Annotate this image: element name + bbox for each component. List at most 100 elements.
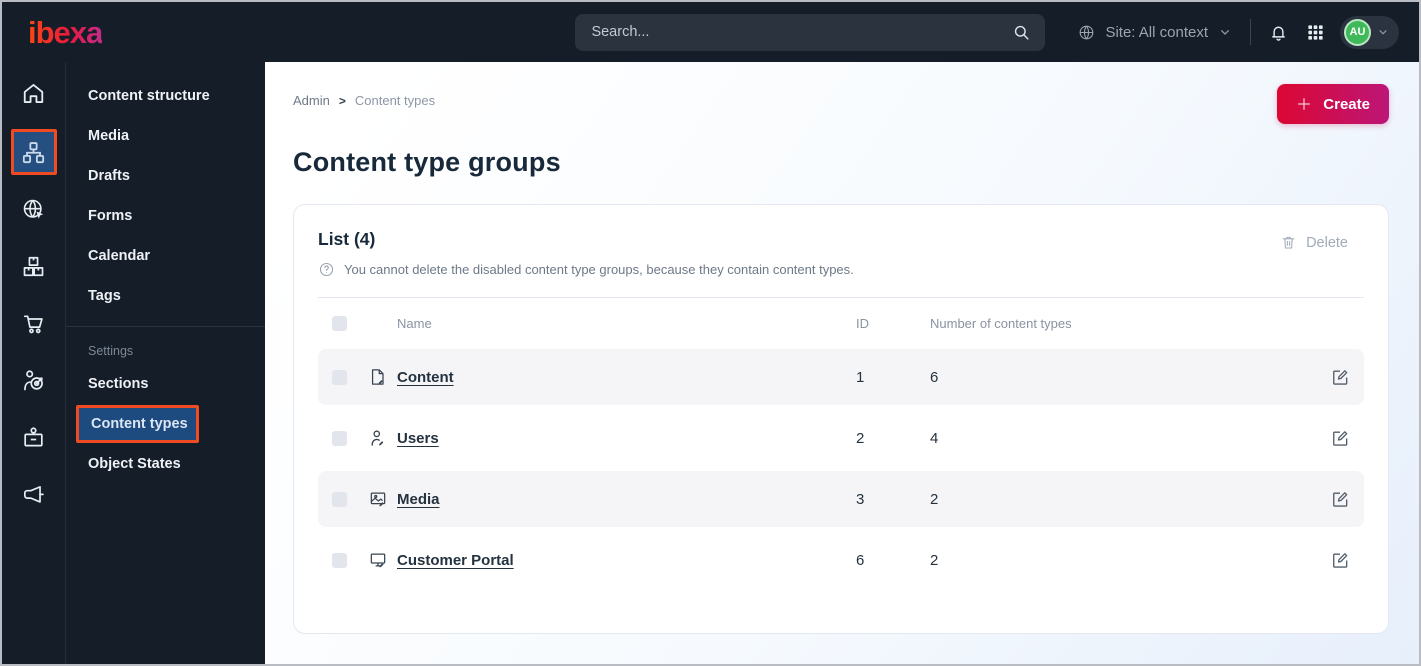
search-input[interactable] xyxy=(591,24,1013,40)
group-count: 2 xyxy=(930,490,939,508)
marketing-icon xyxy=(20,481,47,508)
chevron-down-icon xyxy=(1376,25,1390,39)
admin-icon xyxy=(20,424,47,451)
app-switcher-button[interactable] xyxy=(1306,23,1325,42)
edit-group-button[interactable] xyxy=(1314,489,1350,509)
group-count: 6 xyxy=(930,368,939,386)
edit-icon xyxy=(1330,367,1350,387)
sidebar-item-media[interactable]: Media xyxy=(66,116,265,156)
edit-group-button[interactable] xyxy=(1314,428,1350,448)
sidebar-section-label: Settings xyxy=(88,344,134,358)
breadcrumb: Admin > Content types xyxy=(293,84,435,108)
breadcrumb-admin[interactable]: Admin xyxy=(293,93,330,108)
content-type-groups-table: Name ID Number of content types Content … xyxy=(318,297,1364,588)
rail-item-dashboard[interactable] xyxy=(13,72,55,114)
row-checkbox[interactable] xyxy=(332,430,347,446)
header-name: Name xyxy=(397,316,432,331)
rail-item-product-catalog[interactable] xyxy=(13,245,55,287)
rail-item-commerce[interactable] xyxy=(13,302,55,344)
topbar-divider xyxy=(1250,19,1251,45)
list-note-text: You cannot delete the disabled content t… xyxy=(344,262,854,277)
sidebar-item-forms[interactable]: Forms xyxy=(66,196,265,236)
create-button-label: Create xyxy=(1323,95,1370,113)
group-link-customer-portal[interactable]: Customer Portal xyxy=(397,552,856,569)
content-structure-icon xyxy=(20,139,47,166)
main-header: Admin > Content types Create xyxy=(293,84,1389,124)
home-icon xyxy=(20,80,47,107)
edit-group-button[interactable] xyxy=(1314,367,1350,387)
chevron-down-icon xyxy=(1217,24,1233,40)
sidebar-item-calendar[interactable]: Calendar xyxy=(66,236,265,276)
monitor-edit-icon xyxy=(368,550,397,570)
list-note: You cannot delete the disabled content t… xyxy=(318,261,1364,278)
list-title: List (4) xyxy=(318,229,376,249)
site-context-selector[interactable]: Site: All context xyxy=(1077,23,1233,42)
rail-item-personalization[interactable] xyxy=(13,359,55,401)
icon-rail xyxy=(2,62,66,664)
rail-item-content-structure[interactable] xyxy=(10,129,57,175)
personalization-icon xyxy=(20,367,47,394)
page-title: Content type groups xyxy=(293,147,561,177)
header-count: Number of content types xyxy=(930,316,1072,331)
sidebar-item-content-structure[interactable]: Content structure xyxy=(66,76,265,116)
create-button[interactable]: Create xyxy=(1277,84,1389,124)
table-header: Name ID Number of content types xyxy=(318,297,1364,349)
global-search[interactable] xyxy=(575,13,1046,51)
top-bar: ibexa Site: All context xyxy=(2,2,1419,62)
bell-icon xyxy=(1268,22,1289,43)
globe-icon xyxy=(1077,23,1096,42)
plus-icon xyxy=(1296,96,1312,112)
table-row: Customer Portal 6 2 xyxy=(318,532,1364,588)
table-row: Media 3 2 xyxy=(318,471,1364,527)
table-row: Content 1 6 xyxy=(318,349,1364,405)
sidebar-menu: Content structure Media Drafts Forms Cal… xyxy=(66,62,265,664)
list-card: List (4) You cannot delete the disabled … xyxy=(293,204,1389,634)
trash-icon xyxy=(1280,234,1297,251)
search-icon[interactable] xyxy=(1012,23,1031,42)
group-id: 2 xyxy=(856,429,865,447)
breadcrumb-current: Content types xyxy=(354,93,436,108)
edit-icon xyxy=(1330,550,1350,570)
sidebar-item-drafts[interactable]: Drafts xyxy=(66,156,265,196)
site-context-label: Site: All context xyxy=(1105,23,1208,41)
row-checkbox[interactable] xyxy=(332,369,347,385)
user-edit-icon xyxy=(368,428,397,448)
header-id: ID xyxy=(856,316,869,331)
delete-button[interactable]: Delete xyxy=(1280,234,1348,251)
file-edit-icon xyxy=(368,367,397,387)
body: Content structure Media Drafts Forms Cal… xyxy=(2,62,1419,664)
group-id: 1 xyxy=(856,368,865,386)
group-link-users[interactable]: Users xyxy=(397,430,856,447)
row-checkbox[interactable] xyxy=(332,491,347,507)
sidebar-item-sections[interactable]: Sections xyxy=(66,365,265,403)
user-menu[interactable]: AU xyxy=(1340,15,1399,49)
group-count: 2 xyxy=(930,551,939,569)
help-circle-icon xyxy=(318,261,335,278)
group-id: 3 xyxy=(856,490,865,508)
edit-icon xyxy=(1330,489,1350,509)
rail-item-site[interactable] xyxy=(13,188,55,230)
sidebar-item-object-states[interactable]: Object States xyxy=(66,445,265,483)
delete-button-label: Delete xyxy=(1306,234,1348,251)
group-link-content[interactable]: Content xyxy=(397,369,856,386)
table-row: Users 2 4 xyxy=(318,410,1364,466)
main-content: Admin > Content types Create Content typ… xyxy=(265,62,1419,664)
row-checkbox[interactable] xyxy=(332,552,347,568)
rail-item-admin[interactable] xyxy=(13,416,55,458)
image-edit-icon xyxy=(368,489,397,509)
app-window: ibexa Site: All context xyxy=(0,0,1421,666)
breadcrumb-separator: > xyxy=(338,93,346,108)
commerce-icon xyxy=(20,310,47,337)
rail-item-marketing[interactable] xyxy=(13,473,55,515)
select-all-checkbox[interactable] xyxy=(332,316,347,331)
sidebar-item-content-types[interactable]: Content types xyxy=(76,405,199,443)
group-count: 4 xyxy=(930,429,939,447)
grid-icon xyxy=(1306,23,1325,42)
edit-icon xyxy=(1330,428,1350,448)
group-link-media[interactable]: Media xyxy=(397,491,856,508)
notifications-button[interactable] xyxy=(1268,22,1289,43)
ibexa-logo: ibexa xyxy=(28,14,103,50)
group-id: 6 xyxy=(856,551,865,569)
sidebar-item-tags[interactable]: Tags xyxy=(66,276,265,316)
edit-group-button[interactable] xyxy=(1314,550,1350,570)
